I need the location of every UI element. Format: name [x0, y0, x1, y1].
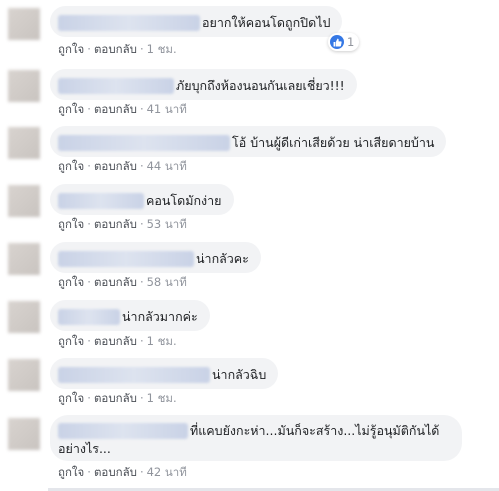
comment-text: คอนโดมักง่าย	[146, 193, 222, 208]
blurred-author-name[interactable]	[58, 366, 210, 383]
comment-actions: ถูกใจ · ตอบกลับ · 44 นาที	[58, 159, 187, 173]
reply-link[interactable]: ตอบกลับ	[94, 42, 137, 56]
avatar[interactable]	[8, 185, 40, 217]
timestamp[interactable]: 41 นาที	[147, 102, 187, 116]
comment-actions: ถูกใจ · ตอบกลับ · 1 ชม.	[58, 42, 177, 56]
reply-link[interactable]: ตอบกลับ	[94, 465, 137, 479]
comment-text: ภัยบุกถึงห้องนอนกันเลยเชี่ยว!!!	[176, 78, 345, 93]
blurred-author-name[interactable]	[58, 192, 144, 209]
comment-actions: ถูกใจ · ตอบกลับ · 1 ชม.	[58, 334, 177, 348]
comment-actions: ถูกใจ · ตอบกลับ · 58 นาที	[58, 275, 187, 289]
reply-link[interactable]: ตอบกลับ	[94, 391, 137, 405]
timestamp[interactable]: 1 ชม.	[147, 42, 177, 56]
comment-text: อยากให้คอนโดถูกปิดไป	[202, 15, 331, 30]
timestamp[interactable]: 58 นาที	[147, 275, 187, 289]
timestamp[interactable]: 1 ชม.	[147, 334, 177, 348]
avatar[interactable]	[8, 70, 40, 102]
like-link[interactable]: ถูกใจ	[58, 334, 84, 348]
like-link[interactable]: ถูกใจ	[58, 275, 84, 289]
comment-actions: ถูกใจ · ตอบกลับ · 53 นาที	[58, 217, 187, 231]
avatar[interactable]	[8, 301, 40, 333]
comment-bubble: โอ้ บ้านผู้ดีเก่าเสียด้วย น่าเสียดายบ้าน	[50, 126, 447, 157]
avatar[interactable]	[8, 418, 40, 450]
blurred-author-name[interactable]	[58, 14, 200, 31]
comment-bubble: น่ากลัวคะ	[50, 242, 261, 273]
comment-bubble: ที่แคบยังกะห่า...มันก็จะสร้าง...ไม่รู้อน…	[50, 415, 462, 461]
comment-text: โอ้ บ้านผู้ดีเก่าเสียด้วย น่าเสียดายบ้าน	[232, 135, 435, 150]
avatar[interactable]	[8, 243, 40, 275]
blurred-author-name[interactable]	[58, 250, 194, 267]
reaction-badge[interactable]: 1	[328, 33, 360, 51]
like-link[interactable]: ถูกใจ	[58, 102, 84, 116]
comment-actions: ถูกใจ · ตอบกลับ · 41 นาที	[58, 102, 187, 116]
timestamp[interactable]: 44 นาที	[147, 159, 187, 173]
comment-text: น่ากลัวฉิบ	[212, 367, 267, 382]
avatar[interactable]	[8, 8, 40, 40]
timestamp[interactable]: 1 ชม.	[147, 391, 177, 405]
like-link[interactable]: ถูกใจ	[58, 217, 84, 231]
reaction-count: 1	[347, 35, 355, 49]
like-link[interactable]: ถูกใจ	[58, 465, 84, 479]
avatar[interactable]	[8, 127, 40, 159]
avatar[interactable]	[8, 359, 40, 391]
reply-link[interactable]: ตอบกลับ	[94, 275, 137, 289]
like-link[interactable]: ถูกใจ	[58, 42, 84, 56]
timestamp[interactable]: 42 นาที	[147, 465, 187, 479]
blurred-author-name[interactable]	[58, 77, 174, 94]
comment-bubble: อยากให้คอนโดถูกปิดไป	[50, 6, 343, 37]
comment-actions: ถูกใจ · ตอบกลับ · 42 นาที	[58, 465, 187, 479]
like-link[interactable]: ถูกใจ	[58, 159, 84, 173]
comment-bubble: น่ากลัวมากค่ะ	[50, 300, 210, 331]
comment-bubble: ภัยบุกถึงห้องนอนกันเลยเชี่ยว!!!	[50, 69, 357, 100]
comment-actions: ถูกใจ · ตอบกลับ · 1 ชม.	[58, 391, 177, 405]
comment-bubble: คอนโดมักง่าย	[50, 184, 234, 215]
blurred-author-name[interactable]	[58, 422, 188, 439]
blurred-author-name[interactable]	[58, 134, 230, 151]
reply-link[interactable]: ตอบกลับ	[94, 102, 137, 116]
timestamp[interactable]: 53 นาที	[147, 217, 187, 231]
reply-link[interactable]: ตอบกลับ	[94, 217, 137, 231]
comment-text: น่ากลัวคะ	[196, 251, 249, 266]
reply-link[interactable]: ตอบกลับ	[94, 334, 137, 348]
like-link[interactable]: ถูกใจ	[58, 391, 84, 405]
like-thumb-icon	[330, 35, 344, 49]
comment-text: น่ากลัวมากค่ะ	[122, 309, 198, 324]
comment-bubble: น่ากลัวฉิบ	[50, 358, 279, 389]
reply-link[interactable]: ตอบกลับ	[94, 159, 137, 173]
blurred-author-name[interactable]	[58, 308, 120, 325]
